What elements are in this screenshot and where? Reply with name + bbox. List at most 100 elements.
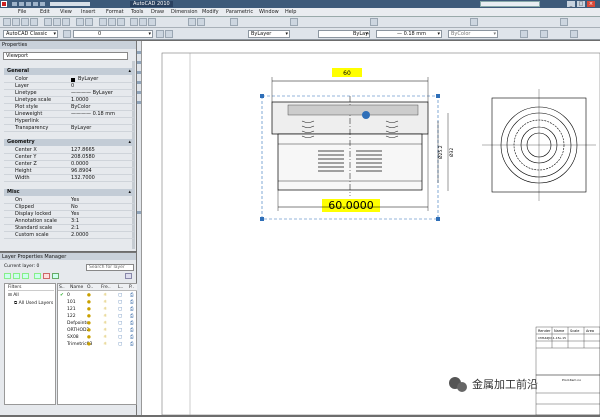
filter-all-used[interactable]: ⧉ All Used Layers xyxy=(14,300,53,306)
printer-icon[interactable]: ⎙ xyxy=(130,307,134,314)
design-center-icon[interactable] xyxy=(139,18,147,26)
layer-row[interactable]: ✔ 0 ● ☼ ▢ ⎙ xyxy=(58,293,138,300)
prop-row[interactable]: Clipped No xyxy=(4,204,134,211)
text-style-icon[interactable] xyxy=(188,18,196,26)
close-button[interactable]: × xyxy=(587,1,595,7)
grip-point[interactable] xyxy=(362,111,370,119)
printer-icon[interactable]: ⎙ xyxy=(130,300,134,307)
delete-layer-icon[interactable] xyxy=(43,273,50,279)
text-icon[interactable] xyxy=(137,211,141,214)
lock-icon[interactable]: ▢ xyxy=(118,314,122,321)
sun-icon[interactable]: ☼ xyxy=(103,335,107,342)
bulb-icon[interactable]: ● xyxy=(87,342,91,349)
open-icon[interactable] xyxy=(12,18,20,26)
lock-icon[interactable]: ▢ xyxy=(118,293,122,300)
set-current-icon[interactable] xyxy=(52,273,59,279)
menu-modify[interactable]: Modify xyxy=(202,9,219,15)
lock-icon[interactable]: ▢ xyxy=(118,321,122,328)
part-side-view[interactable] xyxy=(271,96,429,196)
col-plot[interactable]: P.. xyxy=(129,284,134,291)
bulb-icon[interactable]: ● xyxy=(87,335,91,342)
prop-row[interactable]: Linetype scale 1.0000 xyxy=(4,97,134,104)
qa-redo-icon[interactable] xyxy=(40,2,45,6)
rectangle-icon[interactable] xyxy=(137,91,141,94)
tool-palettes-icon[interactable] xyxy=(148,18,156,26)
help-search-input[interactable] xyxy=(480,1,540,7)
layer-row[interactable]: Trimetric03 ● ☼ ▢ ⎙ xyxy=(58,342,138,349)
printer-icon[interactable]: ⎙ xyxy=(130,321,134,328)
prop-row[interactable]: Linetype ———— ByLayer xyxy=(4,90,134,97)
layer-manager-icon[interactable] xyxy=(63,30,71,38)
layer-row[interactable]: 122 ● ☼ ▢ ⎙ xyxy=(58,314,138,321)
prop-row[interactable]: Transparency ByLayer xyxy=(4,125,134,132)
sun-icon[interactable]: ☼ xyxy=(103,293,107,300)
prop-row[interactable]: Plot style ByColor xyxy=(4,104,134,111)
prop-row[interactable]: Center X 127.8665 xyxy=(4,147,134,154)
col-status[interactable]: S.. xyxy=(59,284,65,291)
view-cube-icon[interactable] xyxy=(540,30,548,38)
prop-row[interactable]: Center Y 208.0580 xyxy=(4,154,134,161)
layer-row[interactable]: SX08 ● ☼ ▢ ⎙ xyxy=(58,335,138,342)
dim-style-icon[interactable] xyxy=(197,18,205,26)
lock-icon[interactable]: ▢ xyxy=(118,342,122,349)
object-type-combo[interactable]: Viewport xyxy=(3,52,128,60)
section-misc[interactable]: Misc xyxy=(4,189,134,196)
layer-row[interactable]: 101 ● ☼ ▢ ⎙ xyxy=(58,300,138,307)
zoom-extents-icon[interactable] xyxy=(520,30,528,38)
hatch-icon[interactable] xyxy=(137,101,141,104)
help-icon[interactable] xyxy=(560,18,568,26)
prop-row[interactable]: Annotation scale 3:1 xyxy=(4,218,134,225)
print-icon[interactable] xyxy=(30,18,38,26)
table-style-icon[interactable] xyxy=(230,18,238,26)
viewport-grip[interactable] xyxy=(260,217,264,221)
sun-icon[interactable]: ☼ xyxy=(103,314,107,321)
qa-new-icon[interactable] xyxy=(12,2,17,6)
prop-row[interactable]: Standard scale 2:1 xyxy=(4,225,134,232)
qa-save-icon[interactable] xyxy=(26,2,31,6)
menu-dimension[interactable]: Dimension xyxy=(171,9,198,15)
bulb-icon[interactable]: ● xyxy=(87,328,91,335)
viewport-grip[interactable] xyxy=(260,94,264,98)
qa-undo-icon[interactable] xyxy=(33,2,38,6)
col-freeze[interactable]: Fre.. xyxy=(101,284,111,291)
minimize-button[interactable]: _ xyxy=(567,1,575,7)
prop-row[interactable]: Custom scale 2.0000 xyxy=(4,232,134,239)
multileader-style-icon[interactable] xyxy=(290,18,298,26)
layer-row[interactable]: 121 ● ☼ ▢ ⎙ xyxy=(58,307,138,314)
save-icon[interactable] xyxy=(21,18,29,26)
layer-states-icon[interactable] xyxy=(22,273,29,279)
plotstyle-combo[interactable]: ByColor xyxy=(448,30,498,38)
menu-view[interactable]: View xyxy=(60,9,72,15)
drawing-canvas[interactable]: 60 60.0000 Ø25.2 Ø32 Render Name Scale A… xyxy=(142,41,600,416)
prop-row[interactable]: Display locked Yes xyxy=(4,211,134,218)
line-icon[interactable] xyxy=(137,51,141,54)
application-menu-button[interactable] xyxy=(1,1,7,7)
color-combo[interactable]: ByLayer xyxy=(248,30,290,38)
viewport-grip[interactable] xyxy=(436,217,440,221)
qa-workspace-combo[interactable] xyxy=(50,2,90,6)
col-name[interactable]: Name xyxy=(70,284,83,291)
lock-icon[interactable]: ▢ xyxy=(118,300,122,307)
lock-icon[interactable]: ▢ xyxy=(118,328,122,335)
polyline-icon[interactable] xyxy=(137,61,141,64)
menu-file[interactable]: File xyxy=(18,9,26,15)
linetype-combo[interactable]: ByLayer xyxy=(318,30,370,38)
zoom-window-icon[interactable] xyxy=(117,18,125,26)
render-icon[interactable] xyxy=(470,18,478,26)
sun-icon[interactable]: ☼ xyxy=(103,328,107,335)
layer-row[interactable]: Defpoints ● ☼ ▢ ⎙ xyxy=(58,321,138,328)
menu-window[interactable]: Window xyxy=(259,9,279,15)
prop-row[interactable]: Hyperlink xyxy=(4,118,134,125)
sun-icon[interactable]: ☼ xyxy=(103,321,107,328)
qa-open-icon[interactable] xyxy=(19,2,24,6)
refresh-icon[interactable] xyxy=(125,273,132,279)
properties-icon[interactable] xyxy=(130,18,138,26)
make-current-icon[interactable] xyxy=(156,30,164,38)
layer-search-input[interactable]: Search for layer xyxy=(86,264,134,271)
prop-row[interactable]: Height 96.8904 xyxy=(4,168,134,175)
layer-row[interactable]: ORTHOD2 ● ☼ ▢ ⎙ xyxy=(58,328,138,335)
prop-row[interactable]: Layer 0 xyxy=(4,83,134,90)
menu-draw[interactable]: Draw xyxy=(151,9,164,15)
printer-icon[interactable]: ⎙ xyxy=(130,328,134,335)
layer-state-icon[interactable] xyxy=(370,18,378,26)
